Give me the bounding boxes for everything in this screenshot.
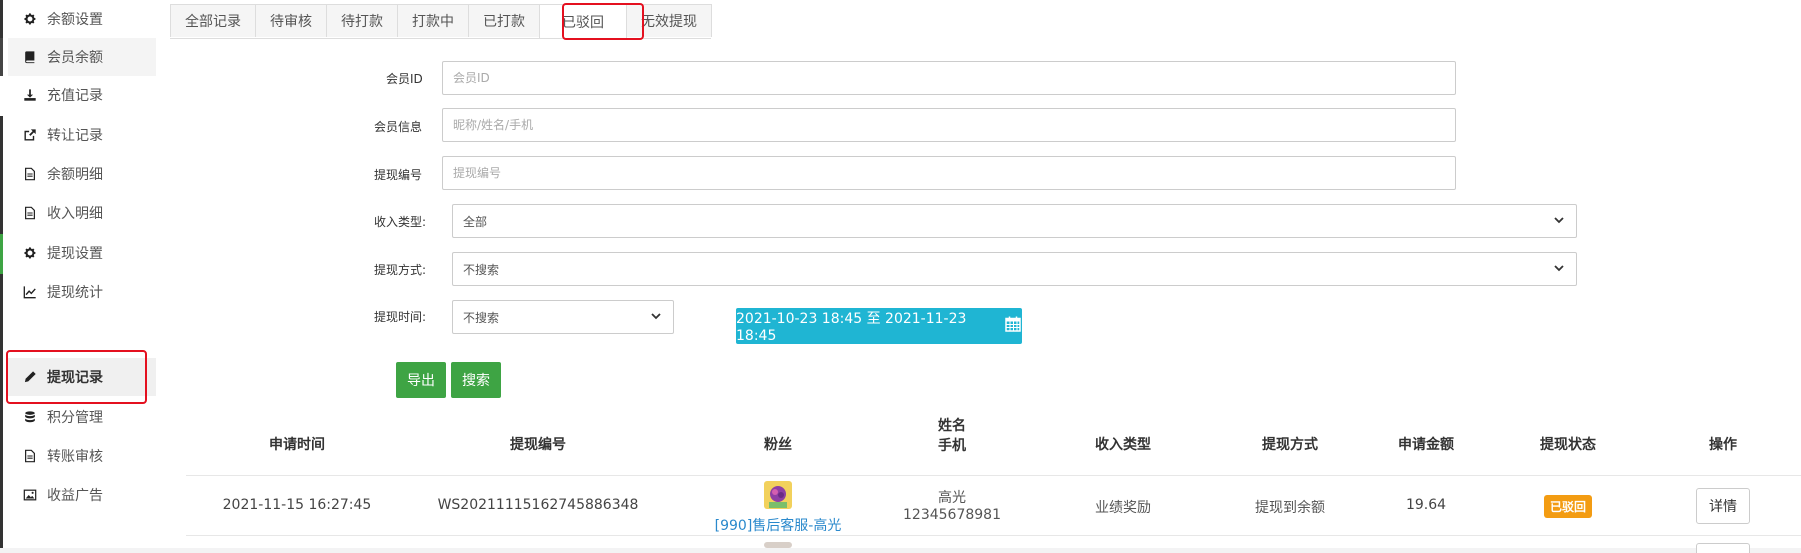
sidebar-item-revenue-ads[interactable]: 收益广告 xyxy=(8,476,156,514)
sidebar-accent-bar xyxy=(0,274,3,548)
withdraw-method-label: 提现方式: xyxy=(374,263,427,277)
status-badge: 已驳回 xyxy=(1543,495,1593,518)
main-content: 全部记录 待审核 待打款 打款中 已打款 已驳回 无效提现 会员ID 会员信息 … xyxy=(156,0,1801,553)
document-icon xyxy=(22,205,38,221)
header-apply-time: 申请时间 xyxy=(269,437,325,453)
income-type-select[interactable]: 全部 xyxy=(452,204,1577,238)
member-id-input[interactable] xyxy=(442,61,1456,95)
book-icon xyxy=(22,49,38,65)
status-tabs: 全部记录 待审核 待打款 打款中 已打款 已驳回 无效提现 xyxy=(170,4,712,39)
tab-invalid-withdrawal[interactable]: 无效提现 xyxy=(626,4,712,37)
sidebar-item-label: 余额设置 xyxy=(47,12,103,28)
header-income-type: 收入类型 xyxy=(1095,437,1151,453)
gear-icon xyxy=(22,245,38,261)
sidebar-item-label: 提现记录 xyxy=(47,370,103,386)
sidebar-item-balance-settings[interactable]: 余额设置 xyxy=(8,0,156,38)
chevron-down-icon xyxy=(1552,213,1566,230)
cell-name: 高光 xyxy=(938,490,966,506)
header-method: 提现方式 xyxy=(1262,437,1318,453)
withdraw-time-value: 不搜索 xyxy=(463,310,500,325)
external-link-icon xyxy=(22,127,38,143)
withdraw-method-select[interactable]: 不搜索 xyxy=(452,252,1577,286)
chevron-down-icon xyxy=(649,309,663,326)
sidebar-item-balance-details[interactable]: 余额明细 xyxy=(8,155,156,193)
sidebar-item-label: 提现设置 xyxy=(47,246,103,262)
withdraw-time-label: 提现时间: xyxy=(374,310,427,324)
sidebar-item-label: 收益广告 xyxy=(47,488,103,504)
sidebar-item-income-details[interactable]: 收入明细 xyxy=(8,194,156,232)
cell-method: 提现到余额 xyxy=(1255,500,1325,516)
sidebar-accent-bar xyxy=(0,234,3,274)
sidebar-accent-bar xyxy=(0,116,3,234)
header-divider xyxy=(186,475,1801,476)
sidebar-item-label: 充值记录 xyxy=(47,88,103,104)
sidebar-accent-bar xyxy=(0,38,3,76)
member-info-input[interactable] xyxy=(442,108,1456,142)
cell-income-type: 业绩奖励 xyxy=(1095,500,1151,516)
sidebar-item-label: 余额明细 xyxy=(47,167,103,183)
cell-phone: 12345678981 xyxy=(903,507,1001,523)
withdraw-time-select[interactable]: 不搜索 xyxy=(452,300,674,334)
avatar[interactable] xyxy=(764,542,792,548)
database-icon xyxy=(22,409,38,425)
sidebar-item-transfer-records[interactable]: 转让记录 xyxy=(8,116,156,154)
date-range-text: 2021-10-23 18:45 至 2021-11-23 18:45 xyxy=(736,311,967,344)
withdraw-no-label: 提现编号 xyxy=(374,168,423,182)
income-type-label: 收入类型: xyxy=(374,215,427,229)
income-type-value: 全部 xyxy=(463,214,488,229)
sidebar-item-member-balance[interactable]: 会员余额 xyxy=(8,38,156,76)
sidebar: 余额设置 会员余额 充值记录 转让记录 余额明细 收入明细 提现设置 提现统计 … xyxy=(0,0,157,548)
member-info-label: 会员信息 xyxy=(374,120,423,134)
header-fan: 粉丝 xyxy=(764,437,792,453)
date-range-picker[interactable]: 2021-10-23 18:45 至 2021-11-23 18:45 xyxy=(736,308,1022,344)
fan-link[interactable]: [990]售后客服-高光 xyxy=(715,515,842,535)
sidebar-item-label: 转账审核 xyxy=(47,449,103,465)
detail-button[interactable]: 详情 xyxy=(1696,488,1750,524)
sidebar-item-transfer-review[interactable]: 转账审核 xyxy=(8,437,156,475)
sidebar-item-withdraw-settings[interactable]: 提现设置 xyxy=(8,234,156,272)
sidebar-item-points-management[interactable]: 积分管理 xyxy=(8,398,156,436)
pencil-icon xyxy=(22,369,38,385)
header-withdraw-no: 提现编号 xyxy=(510,437,566,453)
cell-apply-time: 2021-11-15 16:27:45 xyxy=(222,497,372,513)
sidebar-item-label: 提现统计 xyxy=(47,285,103,301)
download-icon xyxy=(22,87,38,103)
header-action: 操作 xyxy=(1709,437,1737,453)
row-divider xyxy=(186,535,1801,536)
sidebar-item-label: 积分管理 xyxy=(47,410,103,426)
tab-paid[interactable]: 已打款 xyxy=(468,4,540,37)
tab-paying[interactable]: 打款中 xyxy=(397,4,469,37)
member-id-label: 会员ID xyxy=(386,72,423,86)
sidebar-item-withdraw-records[interactable]: 提现记录 xyxy=(8,358,156,396)
document-icon xyxy=(22,166,38,182)
cell-amount: 19.64 xyxy=(1405,497,1447,513)
sidebar-item-label: 会员余额 xyxy=(47,50,103,66)
sidebar-accent-bar xyxy=(0,0,3,38)
sidebar-item-label: 收入明细 xyxy=(47,206,103,222)
header-status: 提现状态 xyxy=(1540,437,1596,453)
header-phone: 手机 xyxy=(938,438,966,454)
export-button[interactable]: 导出 xyxy=(396,362,446,398)
header-name: 姓名 xyxy=(938,418,966,434)
sidebar-item-withdraw-stats[interactable]: 提现统计 xyxy=(8,273,156,311)
calendar-icon xyxy=(1001,315,1022,337)
sidebar-item-recharge-records[interactable]: 充值记录 xyxy=(8,76,156,114)
tab-pending-review[interactable]: 待审核 xyxy=(255,4,327,37)
search-button[interactable]: 搜索 xyxy=(451,362,501,398)
gear-icon xyxy=(22,11,38,27)
withdraw-method-value: 不搜索 xyxy=(463,262,500,277)
tab-all-records[interactable]: 全部记录 xyxy=(170,4,256,37)
tab-rejected[interactable]: 已驳回 xyxy=(539,4,627,38)
avatar[interactable] xyxy=(764,481,792,509)
line-chart-icon xyxy=(22,284,38,300)
withdraw-no-input[interactable] xyxy=(442,156,1456,190)
tab-pending-payment[interactable]: 待打款 xyxy=(326,4,398,37)
document-icon xyxy=(22,448,38,464)
chevron-down-icon xyxy=(1552,261,1566,278)
header-amount: 申请金额 xyxy=(1398,437,1454,453)
sidebar-item-label: 转让记录 xyxy=(47,128,103,144)
image-icon xyxy=(22,487,38,503)
detail-button[interactable] xyxy=(1696,543,1750,553)
cell-withdraw-no: WS20211115162745886348 xyxy=(437,497,639,513)
